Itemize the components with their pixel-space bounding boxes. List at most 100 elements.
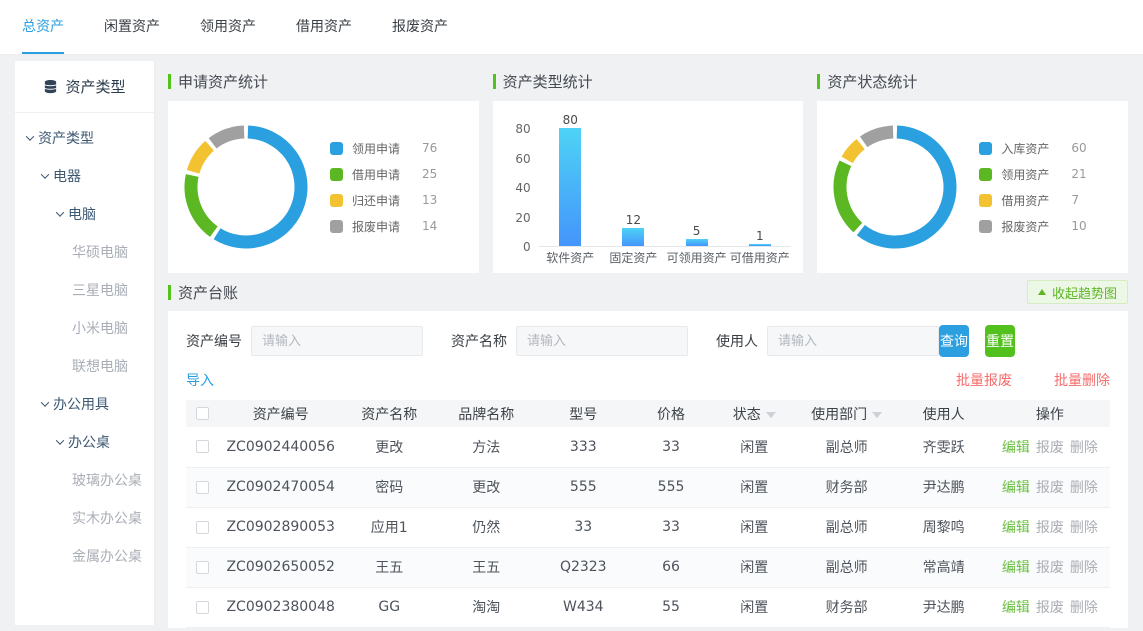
legend-item[interactable]: 领用资产21 bbox=[979, 161, 1086, 187]
legend-item[interactable]: 入库资产60 bbox=[979, 135, 1086, 161]
scrap-button[interactable]: 报废 bbox=[1036, 480, 1064, 496]
legend-label: 借用资产 bbox=[1001, 192, 1071, 209]
delete-button[interactable]: 删除 bbox=[1070, 560, 1098, 576]
batch-delete-link[interactable]: 批量删除 bbox=[1054, 370, 1110, 390]
cell-price: 55 bbox=[629, 587, 712, 627]
sidebar-tree: 资产类型电器电脑华硕电脑三星电脑小米电脑联想电脑办公用具办公桌玻璃办公桌实木办公… bbox=[15, 113, 154, 575]
row-checkbox[interactable] bbox=[196, 521, 209, 534]
scrap-button[interactable]: 报废 bbox=[1036, 440, 1064, 456]
legend-label: 入库资产 bbox=[1001, 140, 1071, 157]
asset-name-label: 资产名称 bbox=[451, 331, 507, 351]
delete-button[interactable]: 删除 bbox=[1070, 520, 1098, 536]
column-header-label: 操作 bbox=[1036, 407, 1064, 423]
tree-item-office-supplies[interactable]: 办公用具 bbox=[15, 385, 154, 423]
sidebar-title: 资产类型 bbox=[65, 76, 125, 97]
title-accent-bar bbox=[168, 74, 171, 89]
row-checkbox-cell bbox=[186, 547, 218, 587]
delete-button[interactable]: 删除 bbox=[1070, 440, 1098, 456]
batch-scrap-link[interactable]: 批量报废 bbox=[956, 370, 1012, 390]
tab-scrapped-assets[interactable]: 报废资产 bbox=[392, 0, 448, 54]
scrap-button[interactable]: 报废 bbox=[1036, 560, 1064, 576]
tab-claimed-assets[interactable]: 领用资产 bbox=[200, 0, 256, 54]
tree-item-metal-desk[interactable]: 金属办公桌 bbox=[15, 537, 154, 575]
filter-funnel-icon[interactable] bbox=[766, 412, 776, 418]
tree-item-computer[interactable]: 电脑 bbox=[15, 195, 154, 233]
sidebar-header: 资产类型 bbox=[15, 61, 154, 113]
y-axis-tick: 0 bbox=[505, 240, 531, 254]
legend-label: 报废申请 bbox=[352, 218, 422, 235]
legend-swatch bbox=[979, 168, 992, 181]
row-checkbox[interactable] bbox=[196, 481, 209, 494]
tree-item-glass-desk[interactable]: 玻璃办公桌 bbox=[15, 461, 154, 499]
tree-item-office-desk[interactable]: 办公桌 bbox=[15, 423, 154, 461]
edit-button[interactable]: 编辑 bbox=[1002, 440, 1030, 456]
legend-swatch bbox=[330, 142, 343, 155]
tree-item-samsung-computer[interactable]: 三星电脑 bbox=[15, 271, 154, 309]
chevron-down-icon bbox=[26, 132, 34, 140]
donut-slice-领用申请 bbox=[217, 132, 301, 242]
legend-item[interactable]: 归还申请13 bbox=[330, 187, 437, 213]
edit-button[interactable]: 编辑 bbox=[1002, 480, 1030, 496]
legend-label: 报废资产 bbox=[1001, 218, 1071, 235]
asset-id-input[interactable] bbox=[251, 326, 423, 356]
edit-button[interactable]: 编辑 bbox=[1002, 560, 1030, 576]
tab-total-assets[interactable]: 总资产 bbox=[22, 0, 64, 54]
cell-brand: 仍然 bbox=[435, 507, 537, 547]
y-axis-tick: 20 bbox=[505, 211, 531, 225]
table-row: ZC0902890053应用1仍然3333闲置副总师周黎鸣编辑报废删除 bbox=[186, 507, 1110, 547]
legend-label: 领用申请 bbox=[352, 140, 422, 157]
legend-item[interactable]: 报废资产10 bbox=[979, 213, 1086, 239]
legend-value: 13 bbox=[422, 193, 437, 207]
legend-item[interactable]: 领用申请76 bbox=[330, 135, 437, 161]
donut-chart-applications bbox=[182, 123, 310, 251]
row-checkbox[interactable] bbox=[196, 440, 209, 453]
tab-borrowed-assets[interactable]: 借用资产 bbox=[296, 0, 352, 54]
legend-item[interactable]: 借用申请25 bbox=[330, 161, 437, 187]
cell-brand: 王五 bbox=[435, 547, 537, 587]
table-row: ZC0902470054密码更改555555闲置财务部尹达鹏编辑报废删除 bbox=[186, 467, 1110, 507]
asset-table-header: 资产编号资产名称品牌名称型号价格状态使用部门使用人操作 bbox=[186, 400, 1110, 427]
bar-固定资产 bbox=[622, 228, 644, 246]
tab-idle-assets[interactable]: 闲置资产 bbox=[104, 0, 160, 54]
delete-button[interactable]: 删除 bbox=[1070, 600, 1098, 616]
column-header-品牌名称: 品牌名称 bbox=[435, 400, 537, 427]
legend-swatch bbox=[330, 194, 343, 207]
tree-item-xiaomi-computer[interactable]: 小米电脑 bbox=[15, 309, 154, 347]
cell-model: W434 bbox=[537, 587, 629, 627]
tree-item-solid-wood-desk[interactable]: 实木办公桌 bbox=[15, 499, 154, 537]
tree-item-label: 办公桌 bbox=[68, 432, 110, 452]
tree-item-electrical[interactable]: 电器 bbox=[15, 157, 154, 195]
user-input[interactable] bbox=[767, 326, 939, 356]
cell-name: 应用1 bbox=[343, 507, 435, 547]
legend-item[interactable]: 报废申请14 bbox=[330, 213, 437, 239]
tree-item-label: 玻璃办公桌 bbox=[72, 470, 142, 490]
row-checkbox[interactable] bbox=[196, 561, 209, 574]
select-all-checkbox[interactable] bbox=[196, 407, 209, 420]
bar-column: 1 bbox=[728, 113, 791, 246]
applications-chart-card: 领用申请76借用申请25归还申请13报废申请14 bbox=[168, 101, 479, 273]
tree-item-asset-type[interactable]: 资产类型 bbox=[15, 119, 154, 157]
row-checkbox[interactable] bbox=[196, 601, 209, 614]
edit-button[interactable]: 编辑 bbox=[1002, 600, 1030, 616]
chart-section-asset-types: 资产类型统计 801251 软件资产固定资产可领用资产可借用资产 0204060… bbox=[493, 61, 804, 273]
bar-column: 12 bbox=[602, 113, 665, 246]
scrap-button[interactable]: 报废 bbox=[1036, 600, 1064, 616]
asset-name-input[interactable] bbox=[516, 326, 688, 356]
delete-button[interactable]: 删除 bbox=[1070, 480, 1098, 496]
scrap-button[interactable]: 报废 bbox=[1036, 520, 1064, 536]
reset-button[interactable]: 重置 bbox=[985, 325, 1015, 357]
filter-funnel-icon[interactable] bbox=[872, 412, 882, 418]
collapse-trend-button[interactable]: 收起趋势图 bbox=[1027, 280, 1128, 304]
asset-id-filter: 资产编号 bbox=[186, 326, 423, 356]
chart-title-asset-types: 资产类型统计 bbox=[503, 71, 593, 92]
tree-item-asus-computer[interactable]: 华硕电脑 bbox=[15, 233, 154, 271]
cell-user: 尹达鹏 bbox=[897, 587, 989, 627]
search-button[interactable]: 查询 bbox=[939, 325, 969, 357]
edit-button[interactable]: 编辑 bbox=[1002, 520, 1030, 536]
legend-item[interactable]: 借用资产7 bbox=[979, 187, 1086, 213]
import-link[interactable]: 导入 bbox=[186, 370, 214, 390]
tree-item-lenovo-computer[interactable]: 联想电脑 bbox=[15, 347, 154, 385]
legend-swatch bbox=[979, 194, 992, 207]
y-axis-tick: 40 bbox=[505, 181, 531, 195]
row-checkbox-cell bbox=[186, 427, 218, 467]
